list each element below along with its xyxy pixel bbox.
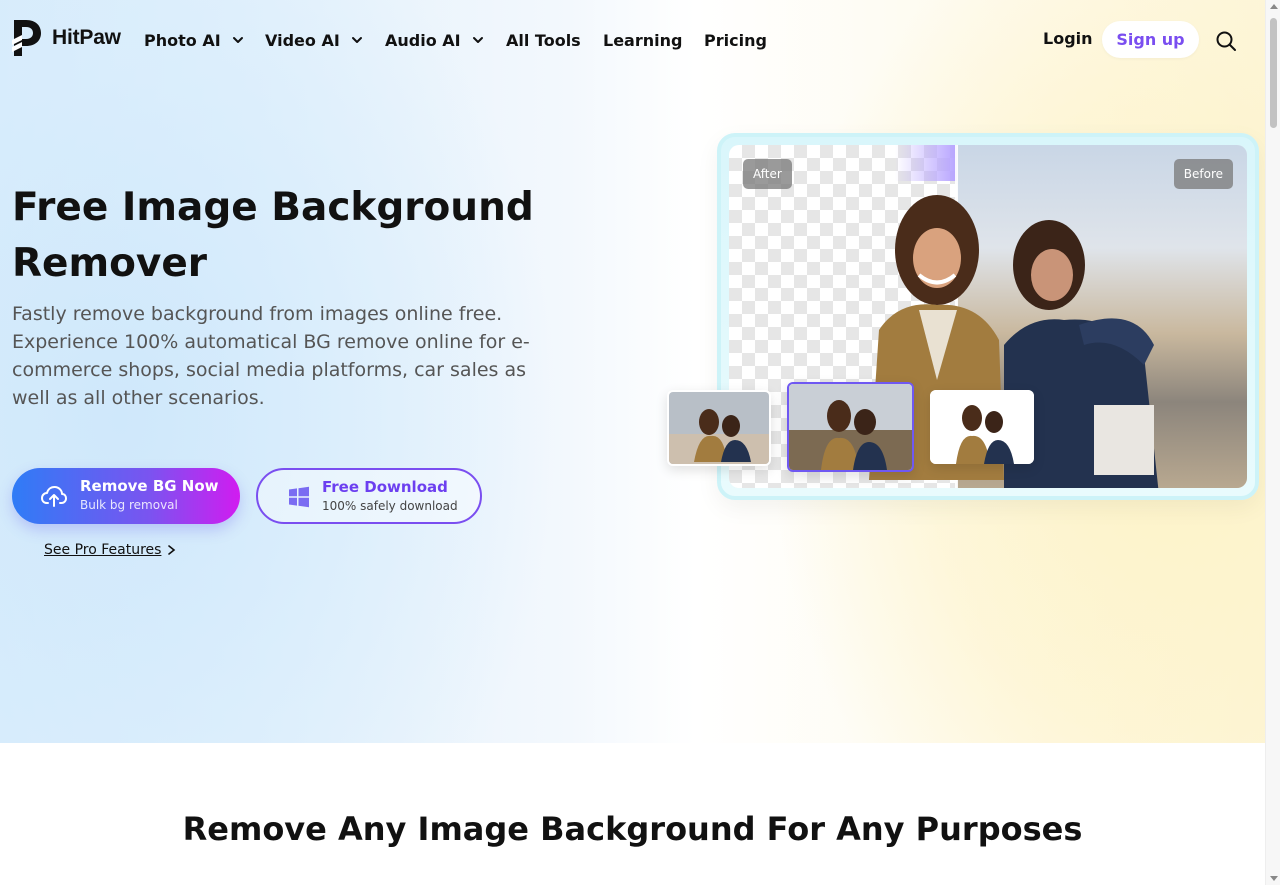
nav-item-photo-ai[interactable]: Photo AI [144, 28, 245, 52]
nav-item-label: Photo AI [144, 30, 221, 50]
sample-thumbnail-2-selected[interactable] [787, 382, 914, 472]
nav-item-label: All Tools [506, 30, 581, 50]
chevron-down-icon [472, 37, 483, 43]
remove-bg-now-button[interactable]: Remove BG Now Bulk bg removal [12, 468, 240, 524]
upload-cloud-icon [41, 486, 67, 507]
button-sublabel: Bulk bg removal [80, 498, 178, 512]
before-tag: Before [1173, 159, 1233, 189]
nav-item-label: Pricing [704, 30, 767, 50]
sample-thumbnail-1[interactable] [667, 390, 771, 466]
search-icon[interactable] [1214, 29, 1238, 53]
nav-item-label: Video AI [265, 30, 340, 50]
button-sublabel: 100% safely download [322, 499, 458, 513]
nav-item-label: Learning [603, 30, 683, 50]
sample-image-1 [669, 392, 769, 464]
sample-image-3 [930, 390, 1034, 464]
after-tag: After [743, 159, 792, 189]
nav-item-all-tools[interactable]: All Tools [506, 28, 581, 52]
see-pro-features-link[interactable]: See Pro Features [44, 542, 176, 558]
sample-thumbnail-3[interactable] [930, 390, 1034, 464]
chevron-down-icon [232, 37, 243, 43]
brand-logo[interactable]: HitPaw [12, 18, 121, 58]
brand-name: HitPaw [52, 26, 121, 49]
button-label: Free Download [322, 478, 448, 496]
link-label: See Pro Features [44, 542, 162, 558]
scroll-down-arrow-icon[interactable] [1270, 876, 1278, 881]
chevron-down-icon [351, 37, 362, 43]
scrollbar-thumb[interactable] [1270, 18, 1277, 128]
page-scrollbar[interactable] [1265, 0, 1280, 885]
top-nav: HitPaw Photo AI Video AI Audio AI All To… [0, 0, 1265, 80]
signup-button[interactable]: Sign up [1102, 21, 1199, 58]
hero-title: Free Image Background Remover [12, 185, 534, 286]
button-label: Remove BG Now [80, 477, 219, 495]
nav-item-learning[interactable]: Learning [603, 28, 682, 52]
nav-item-pricing[interactable]: Pricing [704, 28, 767, 52]
hero-subtitle: Fastly remove background from images onl… [12, 303, 530, 409]
compare-divider-highlight [895, 145, 957, 181]
nav-item-label: Audio AI [385, 30, 461, 50]
scroll-up-arrow-icon[interactable] [1270, 4, 1278, 9]
chevron-right-icon [168, 545, 176, 555]
nav-item-video-ai[interactable]: Video AI [265, 28, 364, 52]
nav-item-audio-ai[interactable]: Audio AI [385, 28, 485, 52]
sample-image-2 [789, 384, 912, 470]
hitpaw-logo-icon [12, 20, 41, 56]
login-link[interactable]: Login [1043, 29, 1093, 48]
free-download-button[interactable]: Free Download 100% safely download [256, 468, 482, 524]
section-title: Remove Any Image Background For Any Purp… [182, 810, 1083, 848]
windows-icon [289, 486, 309, 508]
